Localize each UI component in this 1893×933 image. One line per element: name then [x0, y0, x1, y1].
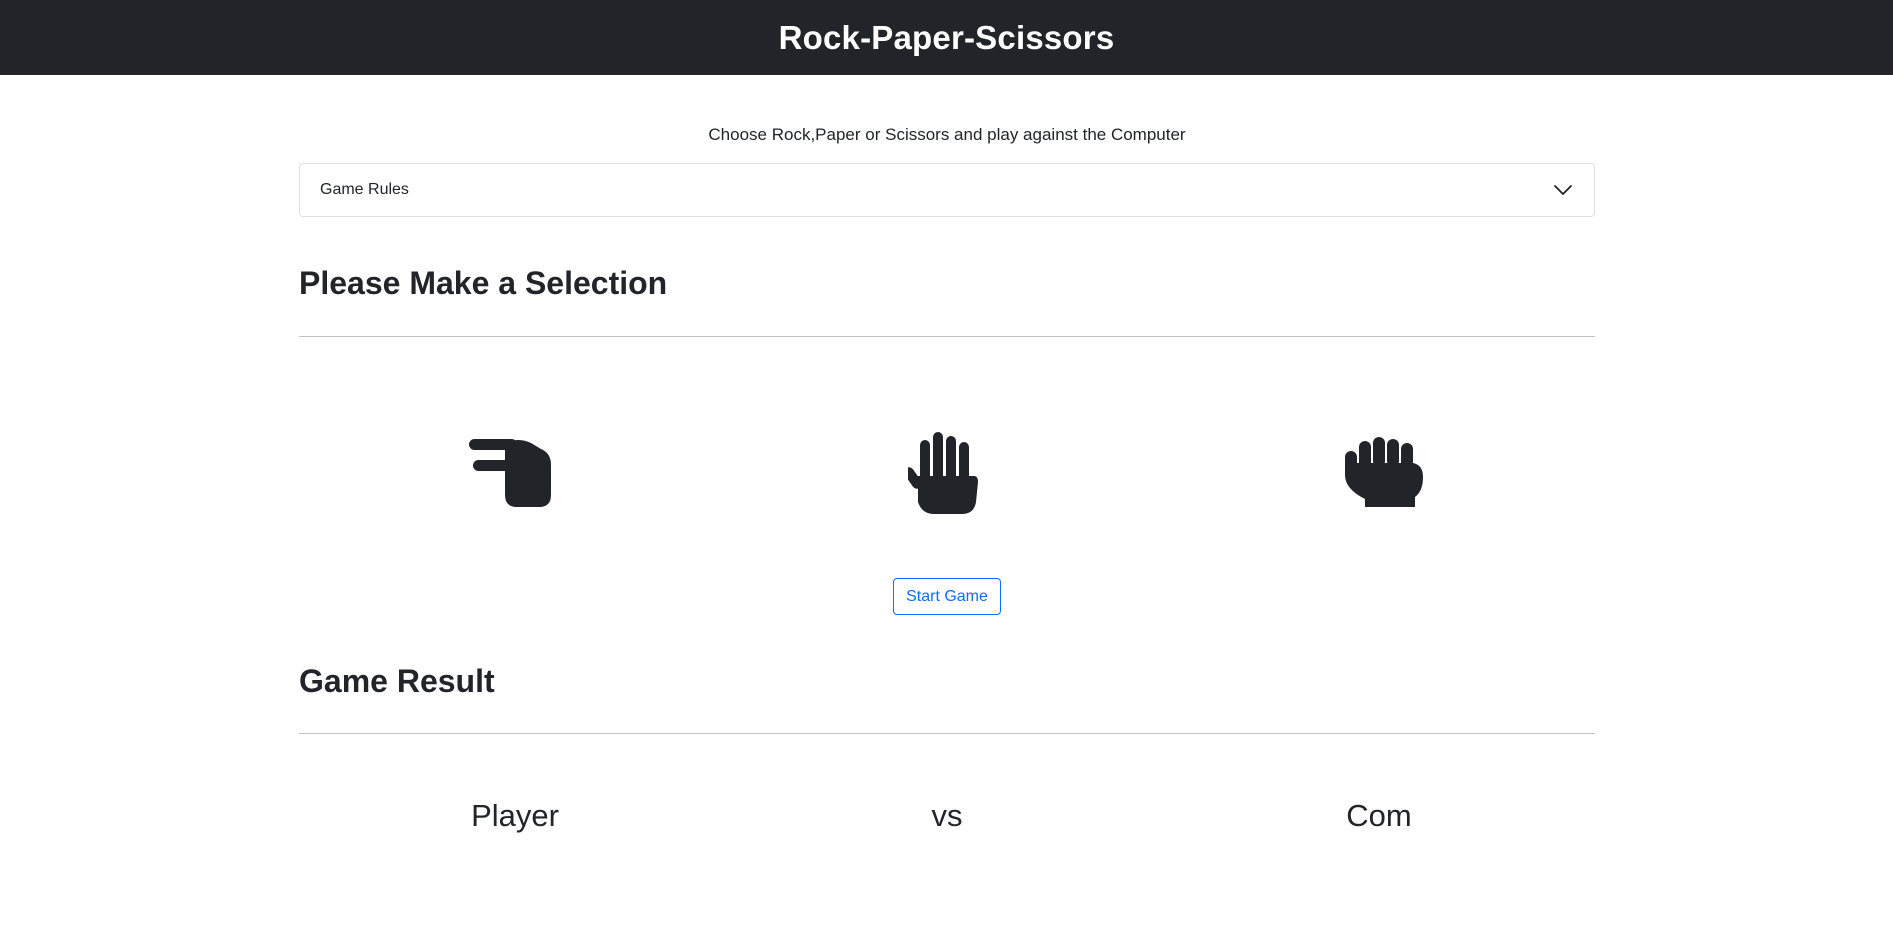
game-rules-accordion[interactable]: Game Rules [299, 163, 1595, 217]
start-game-button[interactable]: Start Game [893, 578, 1001, 615]
game-rules-label: Game Rules [320, 181, 409, 198]
app-title: Rock-Paper-Scissors [778, 18, 1115, 56]
hand-paper-icon [908, 432, 978, 514]
navbar: Rock-Paper-Scissors [0, 0, 1893, 75]
choice-row [299, 428, 1595, 518]
hand-scissors-icon [469, 439, 551, 507]
chevron-down-icon [1552, 179, 1574, 201]
scissors-choice[interactable] [466, 428, 556, 518]
paper-choice[interactable] [900, 428, 990, 518]
selection-divider [299, 336, 1595, 337]
player-label: Player [471, 798, 559, 833]
vs-label: vs [931, 798, 963, 833]
intro-text: Choose Rock,Paper or Scissors and play a… [708, 125, 1186, 144]
result-heading: Game Result [299, 663, 495, 699]
com-label: Com [1346, 798, 1412, 833]
hand-rock-icon [1345, 437, 1423, 507]
selection-heading: Please Make a Selection [299, 265, 668, 301]
result-divider [299, 733, 1595, 734]
rock-choice[interactable] [1339, 428, 1429, 518]
result-row: Player vs Com [299, 798, 1595, 844]
